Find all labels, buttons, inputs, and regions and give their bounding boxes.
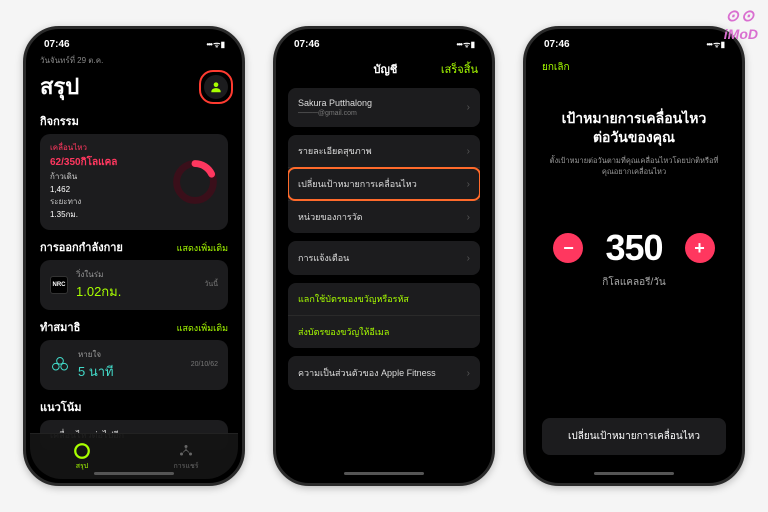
- rings-icon: [73, 442, 91, 460]
- goal-subtitle: ตั้งเป้าหมายต่อวันตามที่คุณเคลื่อนไหวโดย…: [548, 155, 720, 178]
- goal-title: เป้าหมายการเคลื่อนไหว ต่อวันของคุณ: [562, 109, 707, 147]
- decrease-button[interactable]: −: [553, 233, 583, 263]
- row-privacy[interactable]: ความเป็นส่วนตัวของ Apple Fitness›: [288, 356, 480, 390]
- home-indicator[interactable]: [94, 472, 174, 475]
- phone-summary: 07:46 ••• ᯤ ▮ วันจันทร์ที่ 29 ต.ค. สรุป …: [23, 26, 245, 486]
- row-change-move-goal[interactable]: เปลี่ยนเป้าหมายการเคลื่อนไหว›: [288, 168, 480, 201]
- goal-value: 350: [605, 227, 662, 269]
- row-send-gift[interactable]: ส่งบัตรของขวัญให้อีเมล: [288, 316, 480, 348]
- phone-move-goal: 07:46 ••• ᯤ ▮ ยกเลิก เป้าหมายการเคลื่อนไ…: [523, 26, 745, 486]
- move-value: 62/350กิโลแคล: [50, 155, 117, 171]
- goal-stepper: − 350 +: [553, 227, 714, 269]
- profile-button[interactable]: [204, 75, 228, 99]
- notch: [339, 29, 429, 47]
- workout-date: วันนี้: [204, 279, 218, 290]
- breathe-name: หายใจ: [78, 348, 114, 361]
- notch: [89, 29, 179, 47]
- breathe-date: 20/10/62: [191, 361, 218, 368]
- share-icon: [177, 442, 195, 460]
- date-label: วันจันทร์ที่ 29 ต.ค.: [40, 54, 228, 67]
- breathe-value: 5 นาที: [78, 361, 114, 382]
- distance-value: 1.35กม.: [50, 209, 117, 222]
- breathe-card[interactable]: หายใจ 5 นาที 20/10/62: [40, 340, 228, 390]
- status-time: 07:46: [44, 39, 70, 50]
- profile-cell[interactable]: Sakura Putthalong ────@gmail.com ›: [288, 88, 480, 127]
- home-indicator[interactable]: [594, 472, 674, 475]
- workouts-see-more[interactable]: แสดงเพิ่มเติม: [177, 241, 228, 255]
- trends-label: แนวโน้ม: [40, 398, 228, 416]
- notch: [589, 29, 679, 47]
- move-label: เคลื่อนไหว: [50, 142, 117, 155]
- mind-see-more[interactable]: แสดงเพิ่มเติม: [177, 321, 228, 335]
- status-indicators: ••• ᯤ ▮: [206, 39, 224, 50]
- row-notifications[interactable]: การแจ้งเตือน›: [288, 241, 480, 275]
- profile-email: ────@gmail.com: [298, 110, 372, 117]
- eyes-icon: ⊙⊙: [725, 6, 756, 26]
- highlight-annotation: [199, 70, 233, 104]
- steps-value: 1,462: [50, 184, 117, 197]
- activity-ring-icon: [172, 159, 218, 205]
- watermark: ⊙⊙ iMoD: [724, 6, 758, 42]
- row-redeem[interactable]: แลกใช้บัตรของขวัญหรือรหัส: [288, 283, 480, 316]
- profile-name: Sakura Putthalong: [298, 98, 372, 108]
- activity-card[interactable]: เคลื่อนไหว 62/350กิโลแคล ก้าวเดิน 1,462 …: [40, 134, 228, 230]
- nrc-icon: NRC: [50, 276, 68, 294]
- chevron-right-icon: ›: [467, 253, 470, 264]
- chevron-right-icon: ›: [467, 146, 470, 157]
- breathe-icon: [50, 355, 70, 375]
- page-title: สรุป: [40, 69, 79, 104]
- workouts-label: การออกกำลังกาย: [40, 238, 123, 256]
- chevron-right-icon: ›: [467, 212, 470, 223]
- workout-card[interactable]: NRC วิ่งในร่ม 1.02กม. วันนี้: [40, 260, 228, 310]
- activity-section-label: กิจกรรม: [40, 112, 228, 130]
- row-health-details[interactable]: รายละเอียดสุขภาพ›: [288, 135, 480, 168]
- chevron-right-icon: ›: [467, 368, 470, 379]
- done-button[interactable]: เสร็จสิ้น: [441, 60, 478, 78]
- row-units[interactable]: หน่วยของการวัด›: [288, 201, 480, 233]
- cancel-button[interactable]: ยกเลิก: [530, 52, 738, 83]
- nav-title: บัญชี: [374, 60, 398, 78]
- workout-name: วิ่งในร่ม: [76, 268, 121, 281]
- mindfulness-label: ทำสมาธิ: [40, 318, 80, 336]
- workout-value: 1.02กม.: [76, 281, 121, 302]
- increase-button[interactable]: +: [685, 233, 715, 263]
- phone-account: 07:46 ••• ᯤ ▮ บัญชี เสร็จสิ้น Sakura Put…: [273, 26, 495, 486]
- home-indicator[interactable]: [344, 472, 424, 475]
- change-move-goal-button[interactable]: เปลี่ยนเป้าหมายการเคลื่อนไหว: [542, 418, 726, 455]
- goal-unit: กิโลแคลอรี/วัน: [602, 275, 665, 290]
- chevron-right-icon: ›: [467, 102, 470, 113]
- chevron-right-icon: ›: [467, 179, 470, 190]
